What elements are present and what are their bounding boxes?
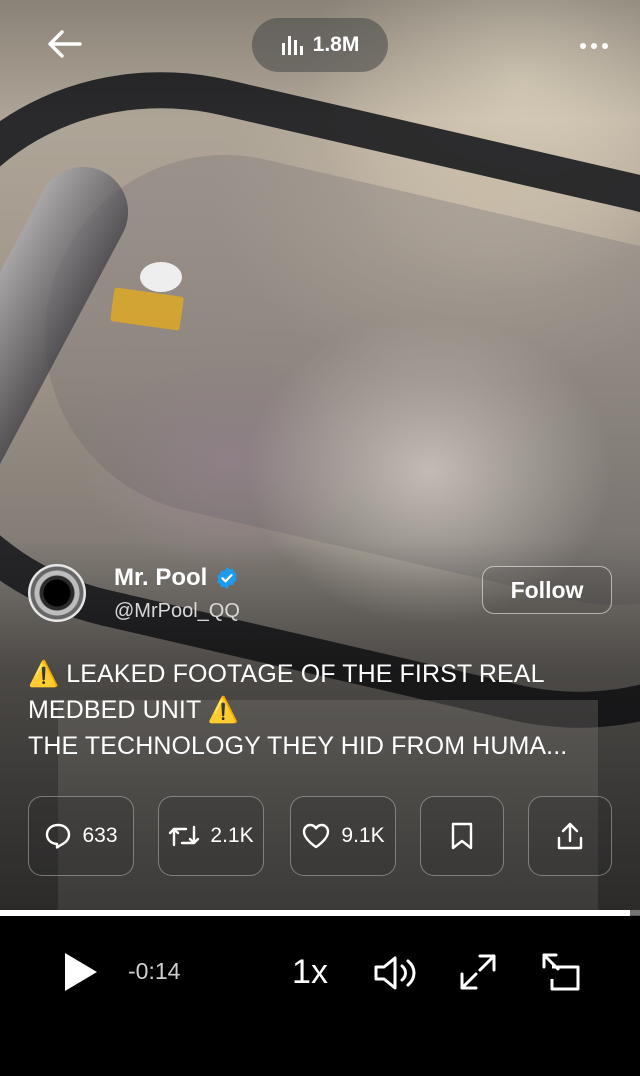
like-count: 9.1K xyxy=(341,824,385,847)
tweet-text-line: THE TECHNOLOGY THEY HID FROM HUMA... xyxy=(28,732,568,760)
reply-button[interactable]: 633 xyxy=(28,796,134,876)
views-chart-icon xyxy=(281,36,303,55)
like-icon xyxy=(303,823,330,849)
follow-button[interactable]: Follow xyxy=(482,566,612,614)
author-handle[interactable]: @MrPool_QQ xyxy=(114,600,240,623)
reply-icon xyxy=(46,823,71,849)
tweet-text-line: MEDBED UNIT ⚠️ xyxy=(28,696,240,724)
back-button[interactable] xyxy=(40,22,88,66)
back-arrow-icon xyxy=(48,30,82,58)
more-icon xyxy=(580,43,608,49)
share-button[interactable] xyxy=(528,796,612,876)
tweet-text[interactable]: ⚠️ LEAKED FOOTAGE OF THE FIRST REAL MEDB… xyxy=(28,656,618,764)
playback-speed-button[interactable]: 1x xyxy=(284,946,336,998)
share-icon xyxy=(557,822,583,850)
repost-icon xyxy=(169,825,200,847)
video-content-cap xyxy=(140,262,182,292)
volume-button[interactable] xyxy=(370,948,422,998)
verified-badge-icon xyxy=(217,567,238,589)
author-name-row[interactable]: Mr. Pool xyxy=(114,564,239,592)
video-frame[interactable] xyxy=(0,0,640,915)
play-button[interactable] xyxy=(56,946,106,998)
bookmark-button[interactable] xyxy=(420,796,504,876)
views-count: 1.8M xyxy=(312,33,360,56)
repost-button[interactable]: 2.1K xyxy=(158,796,264,876)
popout-button[interactable] xyxy=(538,948,584,996)
play-icon xyxy=(65,953,97,991)
avatar[interactable] xyxy=(28,564,86,622)
tweet-text-line: ⚠️ LEAKED FOOTAGE OF THE FIRST REAL xyxy=(28,660,545,688)
popout-icon xyxy=(542,953,580,991)
fullscreen-icon xyxy=(460,954,496,990)
author-name: Mr. Pool xyxy=(114,564,208,591)
reply-count: 633 xyxy=(82,824,118,847)
fullscreen-button[interactable] xyxy=(456,948,500,996)
repost-count: 2.1K xyxy=(210,824,254,847)
more-button[interactable] xyxy=(572,24,616,68)
views-count-pill[interactable]: 1.8M xyxy=(252,18,388,72)
bookmark-icon xyxy=(451,822,473,850)
like-button[interactable]: 9.1K xyxy=(290,796,396,876)
volume-icon xyxy=(374,956,416,990)
time-remaining: -0:14 xyxy=(128,958,181,984)
